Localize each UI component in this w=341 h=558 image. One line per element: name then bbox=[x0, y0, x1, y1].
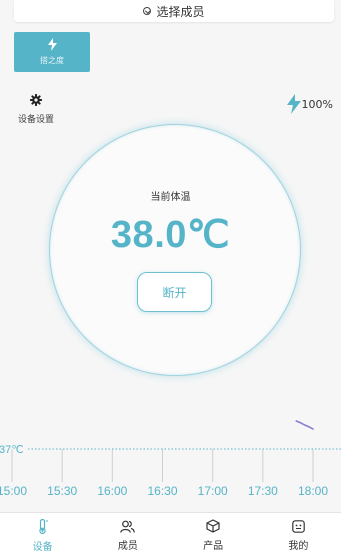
x-tick-label: 17:30 bbox=[248, 484, 278, 498]
x-tick-label: 16:00 bbox=[97, 484, 127, 498]
current-temperature-caption: 当前体温 bbox=[150, 192, 191, 203]
device-brand-button[interactable]: 搭之度 bbox=[14, 32, 90, 72]
device-settings-label: 设备设置 bbox=[17, 115, 54, 125]
nav-label-products: 产品 bbox=[203, 541, 224, 552]
x-tick-label: 17:00 bbox=[198, 484, 228, 498]
device-settings-button[interactable]: 设备设置 bbox=[14, 94, 58, 125]
disconnect-label: 断开 bbox=[162, 285, 187, 300]
x-tick-label: 18:00 bbox=[298, 484, 328, 498]
nav-item-mine[interactable]: 我的 bbox=[256, 513, 341, 558]
bottom-nav: 设备 成员 产品 我的 bbox=[0, 512, 341, 558]
gear-icon bbox=[30, 94, 42, 106]
select-member-label: 选择成员 bbox=[156, 4, 205, 19]
current-temperature-value: 38.0℃ bbox=[110, 214, 231, 256]
profile-icon bbox=[292, 519, 305, 533]
brand-label: 搭之度 bbox=[40, 56, 64, 65]
temperature-trend-chart: 37℃ 15:00 15:30 16:00 16:30 17:00 17:30 18:00 bbox=[0, 420, 341, 498]
nav-item-products[interactable]: 产品 bbox=[171, 513, 256, 558]
lightning-icon bbox=[286, 94, 301, 114]
lightning-icon bbox=[47, 38, 57, 51]
reference-line-label: 37℃ bbox=[0, 444, 24, 456]
users-icon bbox=[120, 520, 136, 533]
battery-indicator: 100% bbox=[286, 94, 333, 114]
chevron-down-circle-icon bbox=[143, 7, 152, 15]
nav-label-mine: 我的 bbox=[288, 540, 309, 552]
battery-level-text: 100% bbox=[301, 97, 333, 111]
x-tick-label: 16:30 bbox=[147, 484, 177, 498]
nav-label-members: 成员 bbox=[117, 540, 138, 552]
nav-item-device[interactable]: 设备 bbox=[0, 513, 85, 558]
x-tick-label: 15:30 bbox=[47, 484, 77, 498]
nav-label-device: 设备 bbox=[32, 541, 53, 553]
x-tick-label: 15:00 bbox=[0, 484, 27, 498]
nav-item-members[interactable]: 成员 bbox=[85, 513, 170, 558]
select-member-bar[interactable]: 选择成员 bbox=[14, 0, 334, 22]
trend-line bbox=[295, 420, 314, 430]
box-icon bbox=[206, 519, 220, 533]
thermometer-icon bbox=[38, 518, 48, 534]
disconnect-button[interactable]: 断开 bbox=[137, 272, 212, 312]
